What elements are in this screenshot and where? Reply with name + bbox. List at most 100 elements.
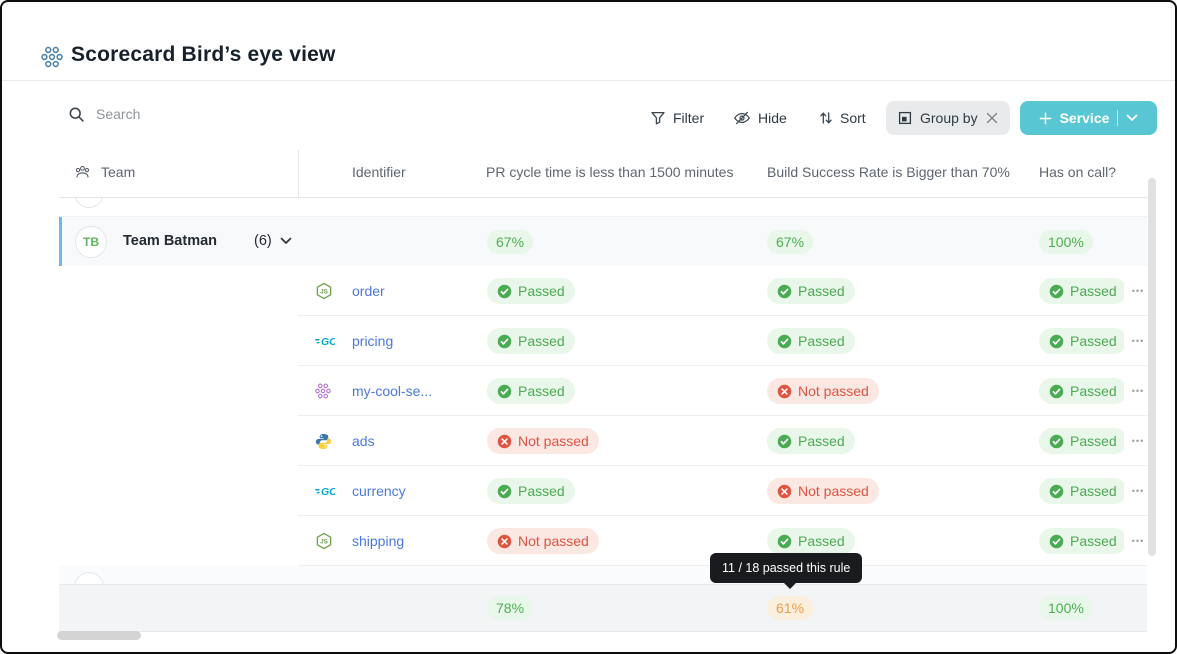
badge-label: Passed (518, 383, 565, 399)
table-row[interactable]: my-cool-se... Passed Not passed Passed (59, 366, 1147, 416)
status-badge: Passed (1039, 528, 1124, 554)
badge-label: Not passed (798, 483, 869, 499)
badge-label: Passed (1070, 433, 1117, 449)
filter-icon (650, 110, 666, 126)
more-actions-button[interactable] (1126, 516, 1150, 566)
status-badge: Not passed (487, 428, 599, 454)
badge-label: Passed (1070, 483, 1117, 499)
collapse-chevron-icon[interactable] (280, 237, 292, 245)
status-badge: Passed (1039, 478, 1124, 504)
more-actions-button[interactable] (1126, 416, 1150, 466)
table-row[interactable]: pricing Passed Passed Passed (59, 316, 1147, 366)
badge-label: Passed (798, 283, 845, 299)
badge-label: Not passed (518, 533, 589, 549)
filter-button[interactable]: Filter (650, 103, 704, 133)
service-cluster-icon (315, 366, 331, 416)
avatar (74, 198, 104, 208)
team-name: Team Batman (123, 233, 218, 249)
footer-summary-row: 78% 61% 100% (59, 584, 1147, 632)
plus-icon (1039, 112, 1052, 125)
more-actions-button[interactable] (1126, 266, 1150, 316)
identifier-link[interactable]: shipping (352, 533, 404, 549)
team-count: (6) (254, 233, 272, 249)
scorecard-icon (41, 46, 63, 68)
table-row[interactable]: ads Not passed Passed Passed (59, 416, 1147, 466)
close-icon[interactable] (986, 112, 998, 124)
more-actions-button[interactable] (1126, 316, 1150, 366)
column-header-identifier[interactable]: Identifier (352, 164, 406, 180)
status-badge: Passed (1039, 378, 1124, 404)
hide-label: Hide (758, 110, 787, 126)
identifier-link[interactable]: currency (352, 483, 406, 499)
sort-icon (819, 110, 833, 126)
status-badge: Passed (487, 378, 575, 404)
horizontal-scrollbar[interactable] (57, 631, 141, 640)
identifier-link[interactable]: my-cool-se... (352, 383, 432, 399)
table-row[interactable]: order Passed Passed Passed (59, 266, 1147, 316)
avatar (74, 572, 104, 584)
app-window: Scorecard Bird’s eye view Filter Hide So… (0, 0, 1177, 654)
status-badge: Not passed (767, 478, 879, 504)
partial-team-row (59, 198, 1147, 216)
column-header-build-success[interactable]: Build Success Rate is Bigger than 70% (767, 164, 1010, 180)
summary-pill-build: 67% (767, 230, 814, 254)
vertical-scrollbar[interactable] (1148, 178, 1156, 556)
sort-button[interactable]: Sort (819, 103, 866, 133)
status-badge: Passed (487, 478, 575, 504)
badge-label: Passed (798, 533, 845, 549)
summary-pill-oncall: 100% (1039, 596, 1093, 620)
badge-label: Passed (798, 433, 845, 449)
search-input[interactable] (94, 105, 298, 123)
badge-label: Passed (1070, 533, 1117, 549)
identifier-link[interactable]: order (352, 283, 385, 299)
go-icon (315, 316, 335, 366)
badge-label: Passed (1070, 283, 1117, 299)
more-actions-button[interactable] (1126, 466, 1150, 516)
page-header: Scorecard Bird’s eye view (2, 2, 1175, 81)
group-by-chip[interactable]: Group by (886, 101, 1010, 135)
search-icon (68, 106, 85, 123)
more-actions-button[interactable] (1126, 366, 1150, 416)
team-avatar: TB (75, 226, 107, 258)
eye-off-icon (733, 110, 751, 126)
go-icon (315, 466, 335, 516)
page-title: Scorecard Bird’s eye view (71, 43, 336, 66)
identifier-link[interactable]: ads (352, 433, 375, 449)
badge-label: Passed (518, 483, 565, 499)
nodejs-icon (315, 516, 333, 566)
summary-pill-pr: 67% (487, 230, 534, 254)
service-label: Service (1059, 110, 1110, 126)
tooltip: 11 / 18 passed this rule (710, 553, 863, 589)
group-by-icon (898, 111, 912, 125)
table-row[interactable]: currency Passed Not passed Passed (59, 466, 1147, 516)
add-service-button[interactable]: Service (1020, 101, 1157, 135)
summary-pill-oncall: 100% (1039, 230, 1093, 254)
badge-label: Not passed (798, 383, 869, 399)
column-header-has-on-call[interactable]: Has on call? (1039, 164, 1116, 180)
status-badge: Passed (767, 428, 855, 454)
status-badge: Not passed (487, 528, 599, 554)
summary-pill-build: 61% (767, 596, 814, 620)
column-header-team[interactable]: Team (101, 164, 135, 180)
badge-label: Passed (518, 283, 565, 299)
chevron-down-icon[interactable] (1126, 114, 1138, 122)
button-divider (1117, 110, 1119, 126)
status-badge: Passed (1039, 428, 1124, 454)
badge-label: Passed (798, 333, 845, 349)
table-row[interactable]: shipping Not passed Passed Passed (59, 516, 1147, 566)
team-group-row[interactable]: TB Team Batman (6) 67% 67% 100% (59, 216, 1147, 267)
status-badge: Passed (1039, 328, 1124, 354)
identifier-link[interactable]: pricing (352, 333, 393, 349)
team-icon (74, 164, 91, 181)
hide-button[interactable]: Hide (733, 103, 787, 133)
table-header: Team Identifier PR cycle time is less th… (59, 150, 1147, 198)
status-badge: Passed (487, 278, 575, 304)
summary-pill-pr: 78% (487, 596, 534, 620)
status-badge: Not passed (767, 378, 879, 404)
badge-label: Passed (1070, 333, 1117, 349)
column-header-pr-cycle[interactable]: PR cycle time is less than 1500 minutes (486, 164, 733, 180)
status-badge: Passed (487, 328, 575, 354)
status-badge: Passed (767, 278, 855, 304)
status-badge: Passed (1039, 278, 1124, 304)
status-badge: Passed (767, 528, 855, 554)
